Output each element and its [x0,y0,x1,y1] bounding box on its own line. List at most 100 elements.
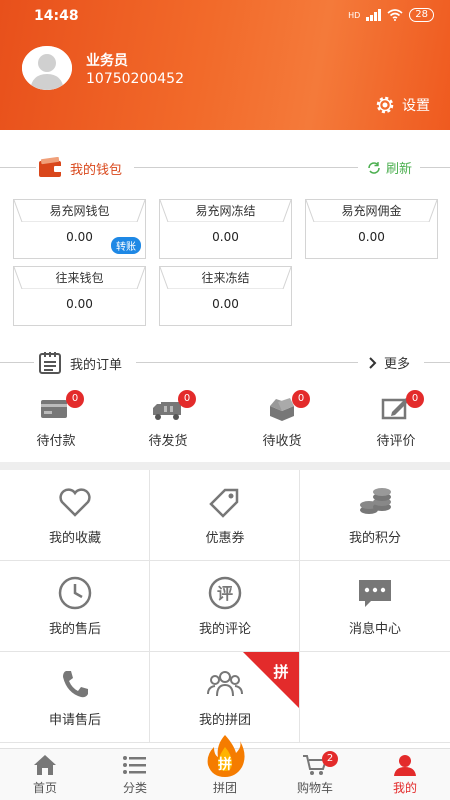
heart-icon [59,488,91,517]
cart-badge: 2 [322,751,338,767]
order-pending-review[interactable]: 0 待评价 [356,390,436,452]
person-icon [394,755,416,776]
wallet-section-header: 我的钱包 刷新 [0,156,450,180]
order-label: 待付款 [36,434,76,449]
order-pending-shipment[interactable]: 0 待发货 [128,390,208,452]
order-badge: 0 [406,390,424,408]
feature-grid: 我的收藏 优惠券 我的积分 我的售后 评 我的评论 消息中心 申请售后 我的拼团… [0,470,450,744]
grid-item-favorites[interactable]: 我的收藏 [0,470,150,561]
tag-icon [209,488,239,518]
wallet-card-ycw-commission[interactable]: 易充网佣金 0.00 [305,199,438,259]
clock-icon [58,576,92,610]
wallet-card-trade-wallet[interactable]: 往来钱包 0.00 [13,266,146,326]
wallet-card-value: 0.00 [66,297,93,311]
order-badge: 0 [178,390,196,408]
order-pending-receipt[interactable]: 0 待收货 [242,390,322,452]
grid-item-reviews[interactable]: 评 我的评论 [150,561,300,652]
profile-screen: 14:48 HD 28 业务员 10750200452 设置 我的钱包 刷新 易… [0,0,450,800]
refresh-icon [368,161,380,174]
tab-category[interactable]: 分类 [90,749,180,800]
status-icons: HD 28 [348,8,434,22]
status-bar: 14:48 HD 28 [0,0,450,32]
wallet-card-label: 易充网钱包 [14,200,145,222]
list-icon [123,756,146,774]
grid-item-points[interactable]: 我的积分 [300,470,450,561]
refresh-label: 刷新 [386,162,413,177]
bottom-tab-bar: 首页 分类 拼 拼团 2 购物车 我的 [0,735,450,800]
svg-text:评: 评 [217,584,233,603]
tab-label: 购物车 [296,781,333,795]
gear-icon [376,96,394,114]
wallet-icon [39,157,62,177]
profile-header: 14:48 HD 28 业务员 10750200452 设置 [0,0,450,130]
wallet-card-label: 往来钱包 [14,267,145,289]
wallet-card-value: 0.00 [212,230,239,244]
wifi-icon [387,9,403,21]
tab-label: 拼团 [212,781,237,795]
wallet-card-value: 0.00 [212,297,239,311]
grid-item-empty [300,652,450,743]
order-label: 待发货 [148,434,188,449]
wallet-card-label: 易充网冻结 [160,200,291,222]
wallet-card-label: 易充网佣金 [306,200,437,222]
review-icon: 评 [208,576,242,610]
message-icon [359,580,391,607]
wallet-card-label: 往来冻结 [160,267,291,289]
svg-text:拼: 拼 [218,756,232,773]
battery-indicator: 28 [409,8,434,22]
grid-item-after-sales[interactable]: 我的售后 [0,561,150,652]
orders-more-button[interactable]: 更多 [368,353,410,372]
tab-group-buy[interactable]: 拼 拼团 [180,735,270,800]
wallet-card-ycw-frozen[interactable]: 易充网冻结 0.00 [159,199,292,259]
tab-home[interactable]: 首页 [0,749,90,800]
coins-icon [360,488,391,514]
grid-label: 我的评论 [198,622,251,637]
flame-icon: 拼 [207,735,245,777]
order-label: 待评价 [376,434,416,449]
wallet-card-ycw-wallet[interactable]: 易充网钱包 0.00 转账 [13,199,146,259]
grid-item-group-buy[interactable]: 我的拼团 拼 [150,652,300,743]
grid-item-apply-after-sales[interactable]: 申请售后 [0,652,150,743]
tab-label: 首页 [32,781,57,795]
order-badge: 0 [66,390,84,408]
group-buy-ribbon: 拼 [243,652,299,708]
tab-label: 分类 [122,781,147,795]
grid-label: 申请售后 [48,713,101,728]
refresh-button[interactable]: 刷新 [366,158,412,177]
grid-label: 我的收藏 [48,531,101,546]
wallet-card-trade-frozen[interactable]: 往来冻结 0.00 [159,266,292,326]
grid-label: 优惠券 [205,531,245,546]
status-time: 14:48 [34,8,79,24]
user-silhouette-icon [22,46,72,90]
tab-label: 我的 [392,781,417,795]
settings-button[interactable]: 设置 [374,94,430,116]
transfer-button[interactable]: 转账 [111,237,141,254]
user-role: 业务员 [86,53,128,69]
avatar[interactable] [22,46,72,90]
orders-title: 我的订单 [70,358,123,373]
grid-label: 我的售后 [48,622,101,637]
home-icon [34,755,56,775]
wallet-title: 我的钱包 [70,163,123,178]
orders-more-label: 更多 [384,357,411,372]
tab-cart[interactable]: 2 购物车 [270,749,360,800]
order-badge: 0 [292,390,310,408]
grid-item-coupons[interactable]: 优惠券 [150,470,300,561]
svg-text:拼: 拼 [273,663,288,681]
tab-mine[interactable]: 我的 [360,749,450,800]
order-pending-payment[interactable]: 0 待付款 [16,390,96,452]
signal-icon [366,9,382,21]
section-divider [0,462,450,470]
grid-label: 我的拼团 [198,713,251,728]
orders-section-header: 我的订单 更多 [0,351,450,375]
network-label: HD [348,10,361,20]
wallet-card-value: 0.00 [358,230,385,244]
group-icon [207,671,243,697]
order-list-icon [39,352,61,374]
settings-label: 设置 [402,98,430,114]
grid-item-messages[interactable]: 消息中心 [300,561,450,652]
phone-icon [63,671,88,698]
chevron-right-icon [369,356,377,369]
grid-label: 消息中心 [348,622,401,637]
order-label: 待收货 [262,434,302,449]
